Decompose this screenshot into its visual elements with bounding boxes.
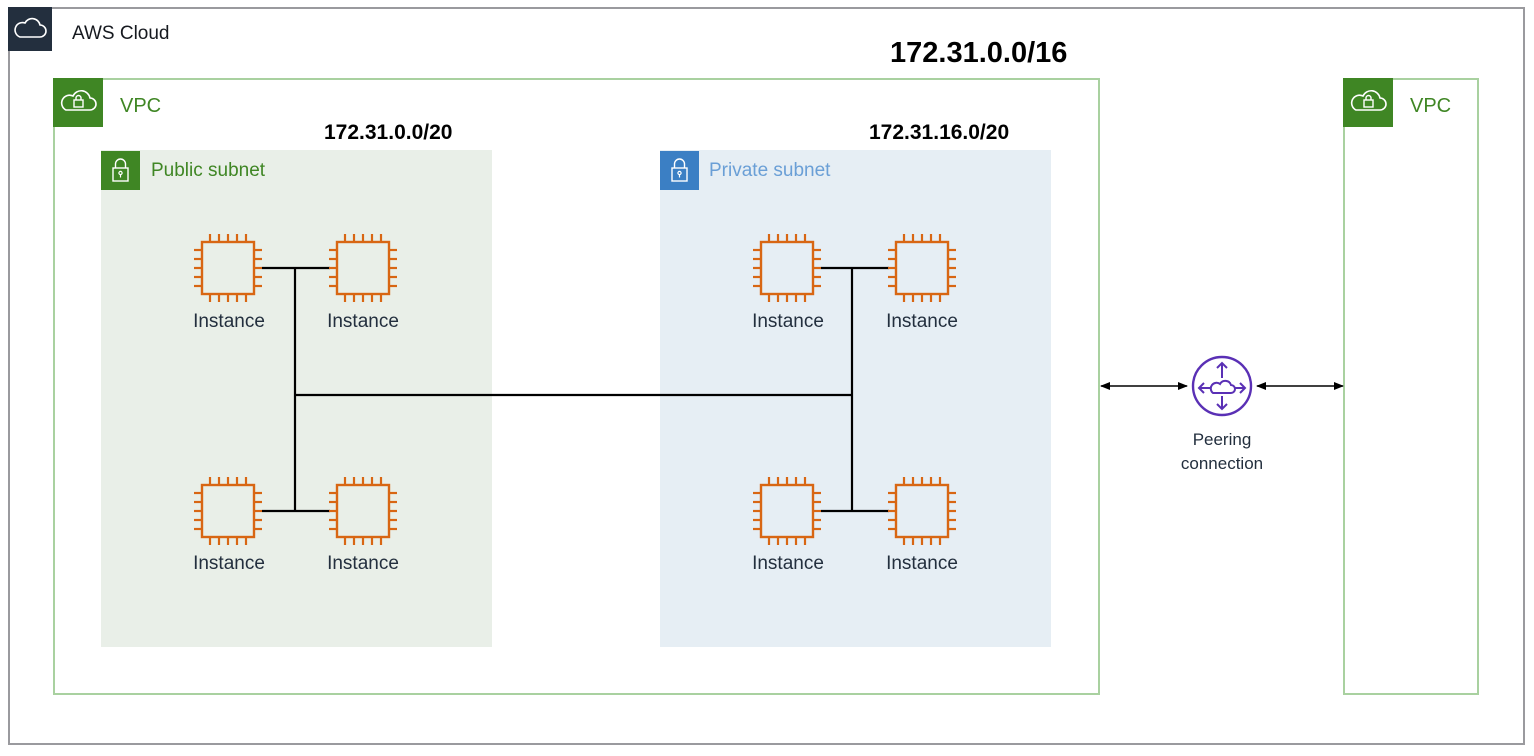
instance-icon [886, 232, 958, 304]
instance-label: Instance [886, 311, 958, 332]
instance-label: Instance [327, 553, 399, 574]
diagram-overlay [192, 232, 1344, 547]
instance-icon [327, 475, 399, 547]
instance-icon [192, 475, 264, 547]
peering-connection-label: Peering connection [1152, 428, 1292, 476]
peering-label-line1: Peering [1192, 430, 1252, 449]
instance-label: Instance [193, 311, 265, 332]
instance-label: Instance [886, 553, 958, 574]
instance-icon [327, 232, 399, 304]
instance-label: Instance [327, 311, 399, 332]
peering-connection-icon [1191, 355, 1253, 417]
instance-label: Instance [193, 553, 265, 574]
instance-label: Instance [752, 553, 824, 574]
instance-icon [751, 475, 823, 547]
instance-icon [886, 475, 958, 547]
instance-icons [192, 232, 958, 547]
peering-label-line2: connection [1180, 454, 1264, 473]
instance-label: Instance [752, 311, 824, 332]
network-links [262, 266, 889, 513]
instance-icon [192, 232, 264, 304]
instance-icon [751, 232, 823, 304]
